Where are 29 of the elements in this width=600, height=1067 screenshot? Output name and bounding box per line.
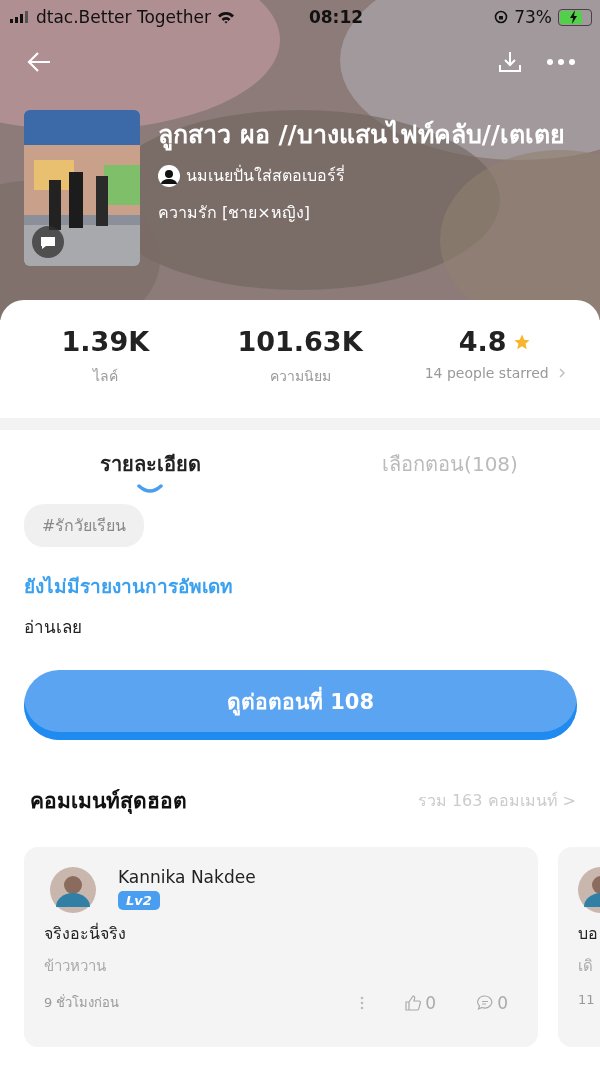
comment-icon[interactable] [476, 993, 495, 1012]
rating-link[interactable]: 14 people starred [424, 365, 549, 381]
user-name[interactable]: Kannika Nakdee [118, 867, 256, 887]
tab[interactable]: เลือกตอน(108) [382, 448, 518, 480]
tab[interactable]: รายละเอียด [99, 448, 201, 480]
tag-chip[interactable]: #รักวัยเรียน [24, 504, 145, 547]
comment-subtext: เดิ [578, 956, 594, 977]
stat-label: ไลค์ [92, 367, 118, 386]
thumbs-up-icon[interactable] [404, 993, 423, 1012]
level-badge: Lv2 [118, 891, 160, 910]
stat-label: ความนิยม [269, 367, 331, 386]
section-title: คอมเมนท์สุดฮอต [30, 788, 187, 816]
comment-text: บอ [578, 923, 599, 945]
stat-value: 101.63K [237, 326, 363, 357]
comment-text: จริงอะนี่จริง [44, 922, 127, 945]
like-count: 0 [425, 992, 437, 1013]
update-note: ยังไม่มีรายงานการอัพเดท [24, 574, 234, 599]
reply-count: 0 [497, 992, 508, 1013]
more-vertical-icon[interactable] [360, 995, 365, 1010]
tab-indicator [137, 484, 163, 493]
comment-subtext: ข้าวหวาน [44, 956, 107, 977]
timestamp: 11 [578, 992, 595, 1007]
continue-button[interactable]: ดูต่อตอนที่ 108 [24, 670, 577, 740]
avatar-icon [50, 867, 96, 913]
read-label: อ่านเลย [24, 616, 83, 639]
timestamp: 9 ชั่วโมงก่อน [44, 993, 120, 1012]
stat-value: 1.39K [61, 326, 150, 357]
chevron-right-icon[interactable] [558, 368, 565, 378]
stat-value: 4.8 [458, 326, 507, 357]
